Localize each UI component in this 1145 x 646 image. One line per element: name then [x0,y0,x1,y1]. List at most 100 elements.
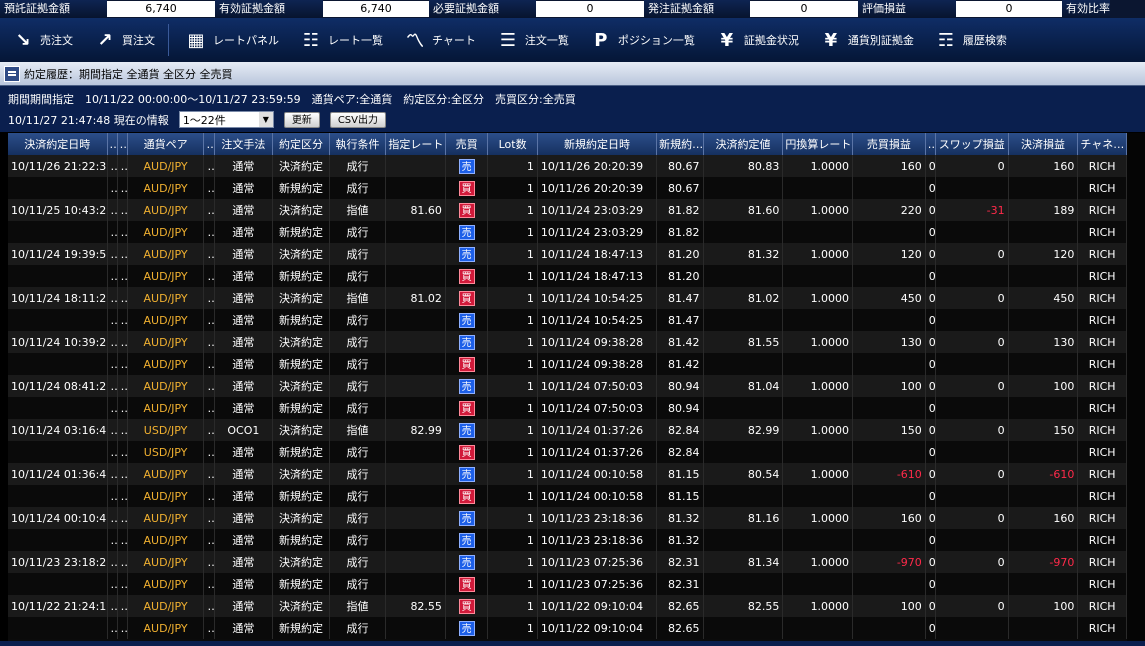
toolbar-button-5[interactable]: ☰ 注文一覧 [485,18,578,62]
table-cell: -970 [852,551,926,573]
table-cell: RICH [1077,463,1127,485]
table-row[interactable]: 10/11/23 23:18:2………AUD/JPY…通常決済約定成行売110/… [8,551,1127,573]
table-row[interactable]: 10/11/24 08:41:2………AUD/JPY…通常決済約定成行売110/… [8,375,1127,397]
table-cell: … [203,419,215,441]
toolbar-button-7[interactable]: ¥ 証拠金状況 [704,18,808,62]
table-cell: 0 [935,155,1009,177]
column-header[interactable]: 決済約定日時 [8,133,108,155]
column-header[interactable]: … [203,133,215,155]
table-cell: … [203,529,215,551]
table-row[interactable]: 10/11/24 18:11:2………AUD/JPY…通常決済約定指値81.02… [8,287,1127,309]
table-cell: RICH [1077,177,1127,199]
table-row[interactable]: ……AUD/JPY…通常新規約定成行買110/11/23 07:25:3682.… [8,573,1127,595]
table-cell: 1 [487,529,538,551]
table-cell: … [203,507,215,529]
table-cell [782,573,854,595]
chevron-down-icon[interactable]: ▼ [258,112,273,127]
table-cell: … [203,617,215,639]
side-cell: 買 [445,177,489,199]
table-cell: 決済約定 [272,419,330,441]
column-header[interactable]: 決済約定値 [703,133,784,155]
table-cell: RICH [1077,397,1127,419]
table-cell: 成行 [329,309,387,331]
column-header[interactable]: 約定区分 [272,133,330,155]
table-cell [703,617,784,639]
column-header[interactable]: … [117,133,128,155]
table-row[interactable]: 10/11/25 10:43:2………AUD/JPY…通常決済約定指値81.60… [8,199,1127,221]
margin-summary-bar: 預託証拠金額 6,740 有効証拠金額 6,740 必要証拠金額 0 発注証拠金額 0 評価損益… [0,0,1145,18]
table-cell: 81.47 [656,287,704,309]
table-row[interactable]: ……AUD/JPY…通常新規約定成行買110/11/24 00:10:5881.… [8,485,1127,507]
vertical-scrollbar[interactable] [1127,133,1145,641]
table-row[interactable]: ……AUD/JPY…通常新規約定成行買110/11/24 07:50:0380.… [8,397,1127,419]
table-cell: AUD/JPY [127,243,205,265]
table-cell: 10/11/24 18:47:13 [537,265,658,287]
table-cell: 新規約定 [272,177,330,199]
table-cell [935,485,1009,507]
side-cell: 売 [445,617,489,639]
column-header[interactable]: 売買 [445,133,489,155]
toolbar-button-3[interactable]: ☷ レート一覧 [288,18,392,62]
table-row[interactable]: ……USD/JPY…通常新規約定成行買110/11/24 01:37:2682.… [8,441,1127,463]
table-cell: 130 [1008,331,1079,353]
table-row[interactable]: 10/11/22 21:24:1………AUD/JPY…通常決済約定指値82.55… [8,595,1127,617]
column-header[interactable]: 執行条件 [329,133,387,155]
side-cell: 売 [445,463,489,485]
table-row[interactable]: ……AUD/JPY…通常新規約定成行買110/11/26 20:20:3980.… [8,177,1127,199]
column-header[interactable]: チャネ… [1077,133,1127,155]
table-cell: AUD/JPY [127,529,205,551]
toolbar-button-1[interactable]: ↗ 買注文 [82,18,164,62]
table-cell: AUD/JPY [127,177,205,199]
table-cell [385,177,446,199]
buy-badge: 買 [458,576,475,592]
column-header[interactable]: スワップ損益 [935,133,1009,155]
table-cell: … [117,463,128,485]
table-cell: RICH [1077,375,1127,397]
column-header[interactable]: 指定レート [385,133,446,155]
table-row[interactable]: 10/11/24 10:39:2………AUD/JPY…通常決済約定成行売110/… [8,331,1127,353]
column-header[interactable]: 新規約… [656,133,704,155]
table-cell: 成行 [329,485,387,507]
table-row[interactable]: ……AUD/JPY…通常新規約定成行売110/11/24 10:54:2581.… [8,309,1127,331]
column-header[interactable]: 円換算レート [782,133,854,155]
arrow-up-right-icon: ↗ [97,29,113,51]
table-row[interactable]: ……AUD/JPY…通常新規約定成行売110/11/22 09:10:0482.… [8,617,1127,639]
toolbar-button-6[interactable]: P ポジション一覧 [578,18,704,62]
toolbar-button-9[interactable]: ☶ 履歴検索 [923,18,1016,62]
table-cell [935,529,1009,551]
column-header[interactable]: 決済損益 [1008,133,1079,155]
table-row[interactable]: 10/11/24 03:16:4………USD/JPY…OCO1決済約定指値82.… [8,419,1127,441]
table-cell [385,573,446,595]
toolbar-button-0[interactable]: ↘ 売注文 [0,18,82,62]
column-header[interactable]: 通貨ペア [127,133,205,155]
table-cell [1008,353,1079,375]
range-select[interactable]: 1～22件 ▼ [178,111,274,128]
table-row[interactable]: 10/11/26 21:22:3………AUD/JPY…通常決済約定成行売110/… [8,155,1127,177]
history-search-icon: ☶ [937,29,954,51]
table-cell [782,265,854,287]
table-cell: 10/11/24 07:50:03 [537,375,658,397]
side-cell: 買 [445,441,489,463]
table-cell: 81.04 [703,375,784,397]
csv-export-button[interactable]: CSV出力 [329,111,386,128]
column-header[interactable]: 注文手法 [214,133,274,155]
column-header[interactable]: 売買損益 [852,133,926,155]
column-header[interactable]: Lot数 [487,133,538,155]
toolbar-button-4[interactable]: 〽チャート [392,18,485,62]
table-row[interactable]: 10/11/24 19:39:5………AUD/JPY…通常決済約定成行売110/… [8,243,1127,265]
table-row[interactable]: 10/11/24 00:10:4………AUD/JPY…通常決済約定成行売110/… [8,507,1127,529]
table-row[interactable]: ……AUD/JPY…通常新規約定成行買110/11/24 18:47:1381.… [8,265,1127,287]
column-header[interactable]: … [925,133,936,155]
table-row[interactable]: ……AUD/JPY…通常新規約定成行買110/11/24 09:38:2881.… [8,353,1127,375]
column-header[interactable]: … [107,133,118,155]
table-cell: … [107,265,118,287]
table-cell [703,573,784,595]
table-cell: RICH [1077,243,1127,265]
toolbar-button-2[interactable]: ▦ レートパネル [173,18,288,62]
table-row[interactable]: ……AUD/JPY…通常新規約定成行売110/11/23 23:18:3681.… [8,529,1127,551]
toolbar-button-8[interactable]: ¥ 通貨別証拠金 [808,18,923,62]
column-header[interactable]: 新規約定日時 [537,133,658,155]
table-row[interactable]: ……AUD/JPY…通常新規約定成行売110/11/24 23:03:2981.… [8,221,1127,243]
refresh-button[interactable]: 更新 [283,111,320,128]
table-row[interactable]: 10/11/24 01:36:4………AUD/JPY…通常決済約定成行売110/… [8,463,1127,485]
